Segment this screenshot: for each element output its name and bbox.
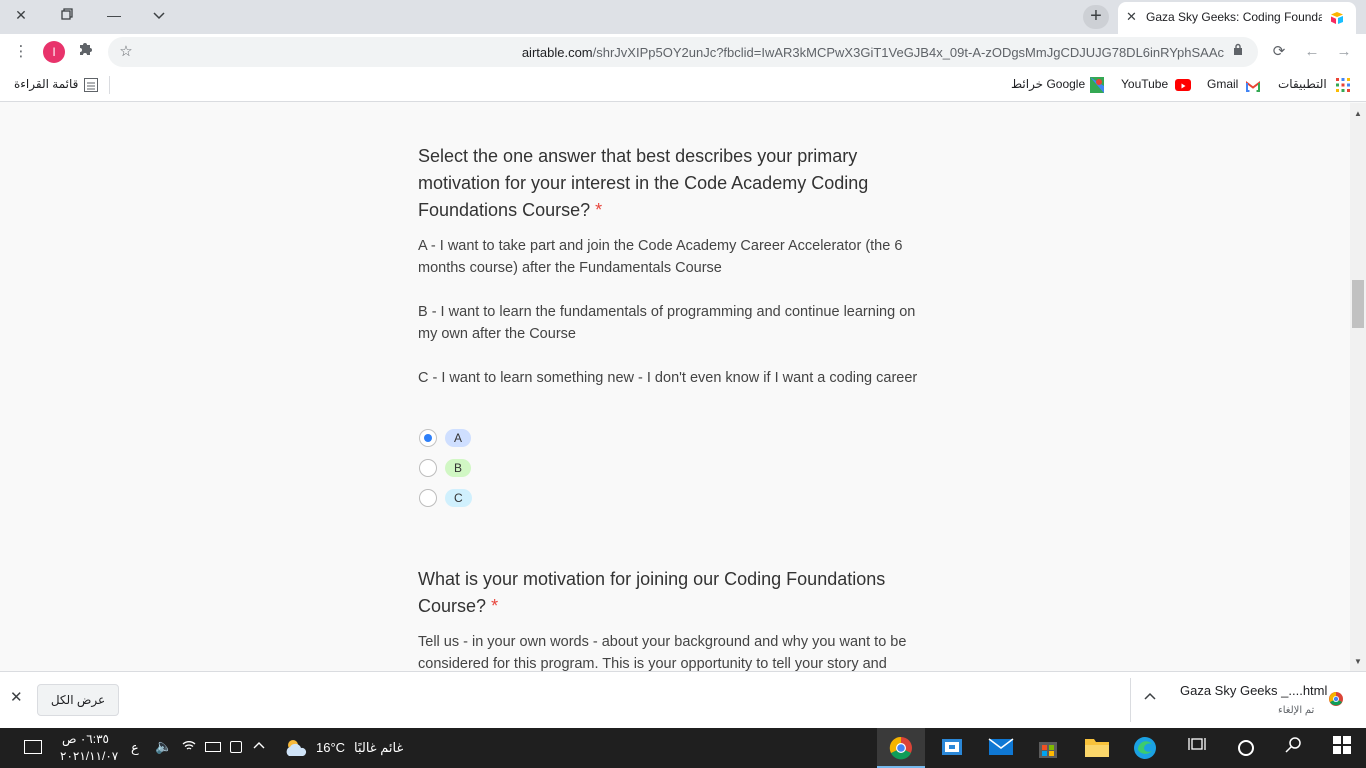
reading-list[interactable]: قائمة القراءة [14, 77, 78, 91]
clock-date[interactable]: ٢٠٢١/١١/٠٧ [60, 749, 118, 763]
chrome-file-icon [1329, 692, 1343, 706]
option-label-c[interactable]: C [445, 489, 472, 507]
download-chevron-up-icon[interactable] [1144, 689, 1156, 703]
wifi-icon[interactable] [182, 738, 196, 755]
bookmarks-divider [109, 76, 110, 94]
tab-bar: ✕ — + ✕ Gaza Sky Geeks: Coding Foundat [0, 0, 1366, 34]
option-label-b[interactable]: B [445, 459, 472, 477]
menu-kebab-icon[interactable]: ⋮ [9, 40, 33, 64]
required-mark: * [491, 596, 499, 616]
question-2-desc: Tell us - in your own words - about your… [418, 634, 907, 671]
bookmark-star-icon[interactable]: ☆ [114, 40, 138, 64]
question-1-option-a-desc: A - I want to take part and join the Cod… [418, 238, 903, 276]
scroll-up-arrow-icon[interactable]: ▲ [1354, 109, 1362, 118]
restore-window-icon[interactable] [52, 4, 82, 26]
toolbar: ⋮ I ☆ airtable.com/shrJvXIPp5OY2unJc?fbc… [0, 34, 1366, 70]
browser-tab[interactable]: ✕ Gaza Sky Geeks: Coding Foundat [1118, 2, 1356, 34]
minimize-window-icon[interactable]: — [99, 4, 129, 26]
new-tab-button[interactable]: + [1083, 5, 1109, 29]
taskbar-mail-icon[interactable] [988, 736, 1014, 760]
volume-icon[interactable]: 🔈 [155, 738, 172, 755]
scroll-down-arrow-icon[interactable]: ▼ [1354, 657, 1362, 666]
lock-icon[interactable] [1226, 40, 1250, 64]
address-bar[interactable]: ☆ airtable.com/shrJvXIPp5OY2unJc?fbclid=… [108, 37, 1258, 67]
gmail-icon [1246, 79, 1260, 97]
reload-icon[interactable]: ⟳ [1267, 40, 1291, 64]
back-arrow-icon[interactable]: ← [1300, 40, 1324, 64]
question-1-title: Select the one answer that best describe… [418, 146, 869, 220]
taskbar-teams-icon[interactable] [940, 736, 966, 760]
question-2-title: What is your motivation for joining our … [418, 569, 886, 616]
airtable-favicon-icon [1330, 11, 1344, 24]
apps-grid-icon[interactable] [1336, 78, 1350, 92]
taskbar-file-explorer-icon[interactable] [1084, 736, 1110, 760]
taskbar-edge-icon[interactable] [1133, 736, 1159, 760]
tab-title: Gaza Sky Geeks: Coding Foundat [1146, 10, 1322, 24]
battery-icon[interactable] [205, 742, 221, 752]
tab-close-icon[interactable]: ✕ [1126, 9, 1137, 25]
show-all-button[interactable]: عرض الكل [37, 684, 119, 716]
radio-button-b[interactable] [419, 459, 437, 477]
download-file-name[interactable]: Gaza Sky Geeks _....html [1180, 683, 1327, 698]
bookmark-gmail[interactable]: Gmail [1207, 77, 1238, 91]
bookmark-google-maps[interactable]: خرائط Google [1011, 77, 1085, 91]
reading-list-icon [84, 78, 98, 92]
download-divider [1130, 678, 1131, 722]
radio-button-a[interactable] [419, 429, 437, 447]
windows-taskbar: ٠٦:٣٥ ص ٢٠٢١/١١/٠٧ ع 🔈 16°C غائم غالبًا [0, 728, 1366, 768]
close-window-icon[interactable]: ✕ [6, 4, 36, 26]
cortana-icon[interactable] [1238, 740, 1254, 756]
weather-temperature[interactable]: 16°C [316, 740, 345, 755]
weather-condition[interactable]: غائم غالبًا [354, 740, 403, 756]
bookmark-youtube[interactable]: YouTube [1121, 77, 1168, 91]
avatar[interactable]: I [43, 41, 65, 63]
page-scrollbar[interactable]: ▲ ▼ [1350, 103, 1366, 671]
notification-icon[interactable] [24, 740, 42, 754]
question-1-option-c-desc: C - I want to learn something new - I do… [418, 370, 918, 386]
bookmark-apps[interactable]: التطبيقات [1278, 77, 1327, 91]
youtube-icon [1175, 79, 1191, 91]
radio-button-c[interactable] [419, 489, 437, 507]
close-downloads-icon[interactable]: ✕ [10, 688, 23, 706]
bookmarks-bar: التطبيقات Gmail YouTube خرائط Google قائ… [0, 70, 1366, 102]
task-view-icon[interactable] [1188, 736, 1214, 760]
required-mark: * [595, 200, 603, 220]
url-text: airtable.com/shrJvXIPp5OY2unJc?fbclid=Iw… [521, 45, 1224, 60]
input-language[interactable]: ع [131, 740, 139, 756]
taskbar-chrome-app[interactable] [877, 728, 925, 768]
meet-now-icon[interactable] [230, 741, 242, 753]
tab-search-chevron-icon[interactable] [144, 4, 174, 26]
scrollbar-thumb[interactable] [1352, 280, 1364, 328]
download-status: تم الإلغاء [1278, 705, 1315, 716]
show-hidden-icons-chevron-icon[interactable] [253, 737, 265, 752]
taskbar-store-icon[interactable] [1036, 736, 1062, 760]
google-maps-icon [1090, 77, 1104, 98]
windows-start-icon[interactable] [1333, 736, 1359, 760]
question-1-option-b-desc: B - I want to learn the fundamentals of … [418, 304, 916, 342]
clock-time[interactable]: ٠٦:٣٥ ص [62, 732, 109, 746]
extensions-puzzle-icon[interactable] [74, 40, 98, 64]
option-label-a[interactable]: A [445, 429, 472, 447]
downloads-bar: ✕ عرض الكل Gaza Sky Geeks _....html تم ا… [0, 671, 1366, 728]
forward-arrow-icon[interactable]: → [1332, 40, 1356, 64]
form-page: Select the one answer that best describe… [0, 103, 1350, 671]
search-icon[interactable] [1284, 736, 1310, 760]
weather-cloud-icon[interactable] [284, 738, 308, 763]
